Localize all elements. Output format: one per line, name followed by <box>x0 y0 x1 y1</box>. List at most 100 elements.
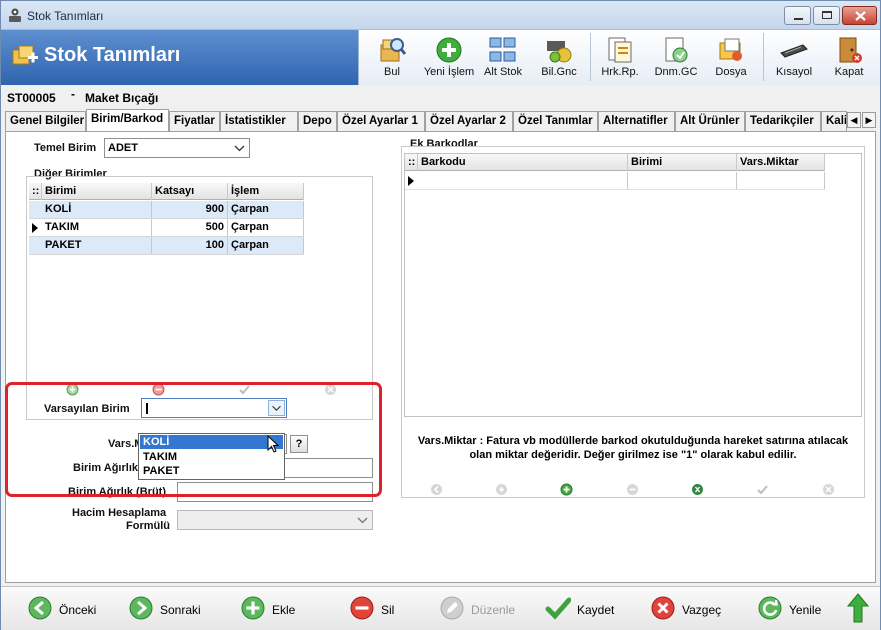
table-row[interactable] <box>405 172 825 190</box>
stock-code: ST00005 <box>7 91 56 105</box>
toolbar-bul-button[interactable]: Bul <box>368 30 416 85</box>
help-button[interactable]: ? <box>290 435 308 453</box>
cell-birimi[interactable] <box>628 172 737 189</box>
grid-first-icon[interactable] <box>430 483 443 496</box>
grid-delete-icon[interactable] <box>626 483 639 496</box>
dropdown-option-koli[interactable]: KOLİ <box>140 435 283 449</box>
mouse-cursor-icon <box>267 435 280 453</box>
table-row[interactable]: PAKET 100 Çarpan <box>29 237 304 255</box>
toolbar-label: Alt Stok <box>484 66 522 78</box>
tab-alt-urunler[interactable]: Alt Ürünler <box>675 111 745 131</box>
tab-ozel-ayarlar-2[interactable]: Özel Ayarlar 2 <box>425 111 513 131</box>
cell-islem: Çarpan <box>228 219 304 236</box>
cell-vars-miktar[interactable] <box>737 172 825 189</box>
temel-birim-select[interactable]: ADET <box>104 138 250 158</box>
maximize-button[interactable] <box>813 6 840 25</box>
toolbar-separator <box>590 33 591 81</box>
toolbar-yeni-islem-button[interactable]: Yeni İşlem <box>419 30 479 85</box>
tab-depo[interactable]: Depo <box>298 111 337 131</box>
column-header-katsayi[interactable]: Katsayı <box>152 183 228 200</box>
stock-name: Maket Bıçağı <box>85 91 159 105</box>
button-label: Yenile <box>789 603 822 617</box>
column-header-vars-miktar[interactable]: Vars.Miktar <box>737 154 825 171</box>
units-grid-header: :: Birimi Katsayı İşlem <box>29 183 304 200</box>
ekle-button[interactable]: Ekle <box>240 595 298 623</box>
birim-barkod-panel: Temel Birim ADET Diğer Birimler :: Birim… <box>5 131 876 583</box>
stock-add-icon <box>12 45 38 65</box>
tab-kali[interactable]: Kali <box>821 111 847 131</box>
cell-katsayi: 500 <box>152 219 228 236</box>
cell-katsayi: 900 <box>152 201 228 218</box>
toolbar-kapat-button[interactable]: Kapat <box>825 30 873 85</box>
birim-agirlik-brut-label: Birim Ağırlık (Brüt) <box>68 486 166 498</box>
toolbar-hrk-rp-button[interactable]: Hrk.Rp. <box>595 30 645 85</box>
barcodes-grid[interactable]: :: Barkodu Birimi Vars.Miktar <box>404 153 862 417</box>
table-row[interactable]: TAKIM 500 Çarpan <box>29 219 304 237</box>
current-row-arrow-icon <box>408 176 414 186</box>
yenile-button[interactable]: Yenile <box>757 595 823 623</box>
toolbar-dosya-button[interactable]: Dosya <box>705 30 757 85</box>
varsayilan-birim-select[interactable] <box>141 398 287 418</box>
tab-ozel-ayarlar-1[interactable]: Özel Ayarlar 1 <box>337 111 425 131</box>
minimize-button[interactable] <box>784 6 811 25</box>
refresh-icon <box>758 596 782 620</box>
tab-ozel-tanimlar[interactable]: Özel Tanımlar <box>513 111 598 131</box>
grid-prev-icon[interactable] <box>495 483 508 496</box>
column-header-islem[interactable]: İşlem <box>228 183 304 200</box>
toolbar-dnm-gc-button[interactable]: Dnm.GC <box>649 30 703 85</box>
up-arrow-icon[interactable] <box>847 593 869 623</box>
sil-button[interactable]: Sil <box>349 595 397 623</box>
sonraki-button[interactable]: Sonraki <box>128 595 201 623</box>
grid-cancel-icon[interactable] <box>324 383 337 396</box>
close-button[interactable] <box>842 6 877 25</box>
tab-fiyatlar[interactable]: Fiyatlar <box>169 111 220 131</box>
toolbar-kisayol-button[interactable]: Kısayol <box>769 30 819 85</box>
grid-add-icon[interactable] <box>560 483 573 496</box>
kaydet-button[interactable]: Kaydet <box>545 595 615 623</box>
tab-genel-bilgiler[interactable]: Genel Bilgiler <box>5 111 86 131</box>
table-row[interactable]: KOLİ 900 Çarpan <box>29 201 304 219</box>
onceki-button[interactable]: Önceki <box>27 595 97 623</box>
grid-excel-icon[interactable] <box>691 483 704 496</box>
tab-istatistikler[interactable]: İstatistikler <box>220 111 298 131</box>
column-header-birimi[interactable]: Birimi <box>628 154 737 171</box>
grid-cancel-icon[interactable] <box>822 483 835 496</box>
tab-scroll-right-button[interactable]: ▶ <box>862 112 876 128</box>
hacim-formul-select[interactable] <box>177 510 373 530</box>
varsayilan-birim-label: Varsayılan Birim <box>44 403 130 415</box>
add-icon <box>241 596 265 620</box>
column-header-birimi[interactable]: Birimi <box>42 183 152 200</box>
dropdown-option-paket[interactable]: PAKET <box>140 464 283 478</box>
tab-strip: Genel Bilgiler Birim/Barkod Fiyatlar İst… <box>5 109 880 131</box>
toolbar-bil-gnc-button[interactable]: Bil.Gnc <box>534 30 584 85</box>
column-header-barkodu[interactable]: Barkodu <box>418 154 628 171</box>
search-box-icon <box>380 38 407 62</box>
vazgec-button[interactable]: Vazgeç <box>650 595 721 623</box>
dropdown-option-takim[interactable]: TAKIM <box>140 450 283 464</box>
chevron-down-icon <box>357 517 368 524</box>
diger-birimler-group: :: Birimi Katsayı İşlem KOLİ 900 Çarpan … <box>26 176 373 420</box>
toolbar-alt-stok-button[interactable]: Alt Stok <box>479 30 527 85</box>
grid-confirm-icon[interactable] <box>756 483 769 496</box>
delete-icon <box>350 596 374 620</box>
grid-add-icon[interactable] <box>66 383 79 396</box>
tab-scroll-left-button[interactable]: ◀ <box>847 112 861 128</box>
row-indicator-header: :: <box>405 154 418 171</box>
edit-icon <box>440 596 464 620</box>
tab-alternatifler[interactable]: Alternatifler <box>598 111 675 131</box>
title-bar[interactable]: Stok Tanımları <box>1 1 880 30</box>
varsayilan-birim-dropdown[interactable]: KOLİ TAKIM PAKET <box>138 433 285 480</box>
row-indicator-header: :: <box>29 183 42 200</box>
cell-katsayi: 100 <box>152 237 228 254</box>
toolbar: Bul Yeni İşlem Alt Stok Bil.Gnc Hrk.Rp. … <box>358 30 880 85</box>
tab-tedarikciler[interactable]: Tedarikçiler <box>745 111 821 131</box>
current-row-arrow-icon <box>32 223 38 233</box>
tab-birim-barkod[interactable]: Birim/Barkod <box>86 109 169 131</box>
cell-barkodu[interactable] <box>418 172 628 189</box>
birim-agirlik-brut-input[interactable] <box>177 482 373 502</box>
window-title: Stok Tanımları <box>27 9 104 23</box>
grid-delete-icon[interactable] <box>152 383 165 396</box>
units-grid[interactable]: :: Birimi Katsayı İşlem KOLİ 900 Çarpan … <box>29 183 370 379</box>
duzenle-button[interactable]: Düzenle <box>439 595 515 623</box>
grid-confirm-icon[interactable] <box>238 383 251 396</box>
